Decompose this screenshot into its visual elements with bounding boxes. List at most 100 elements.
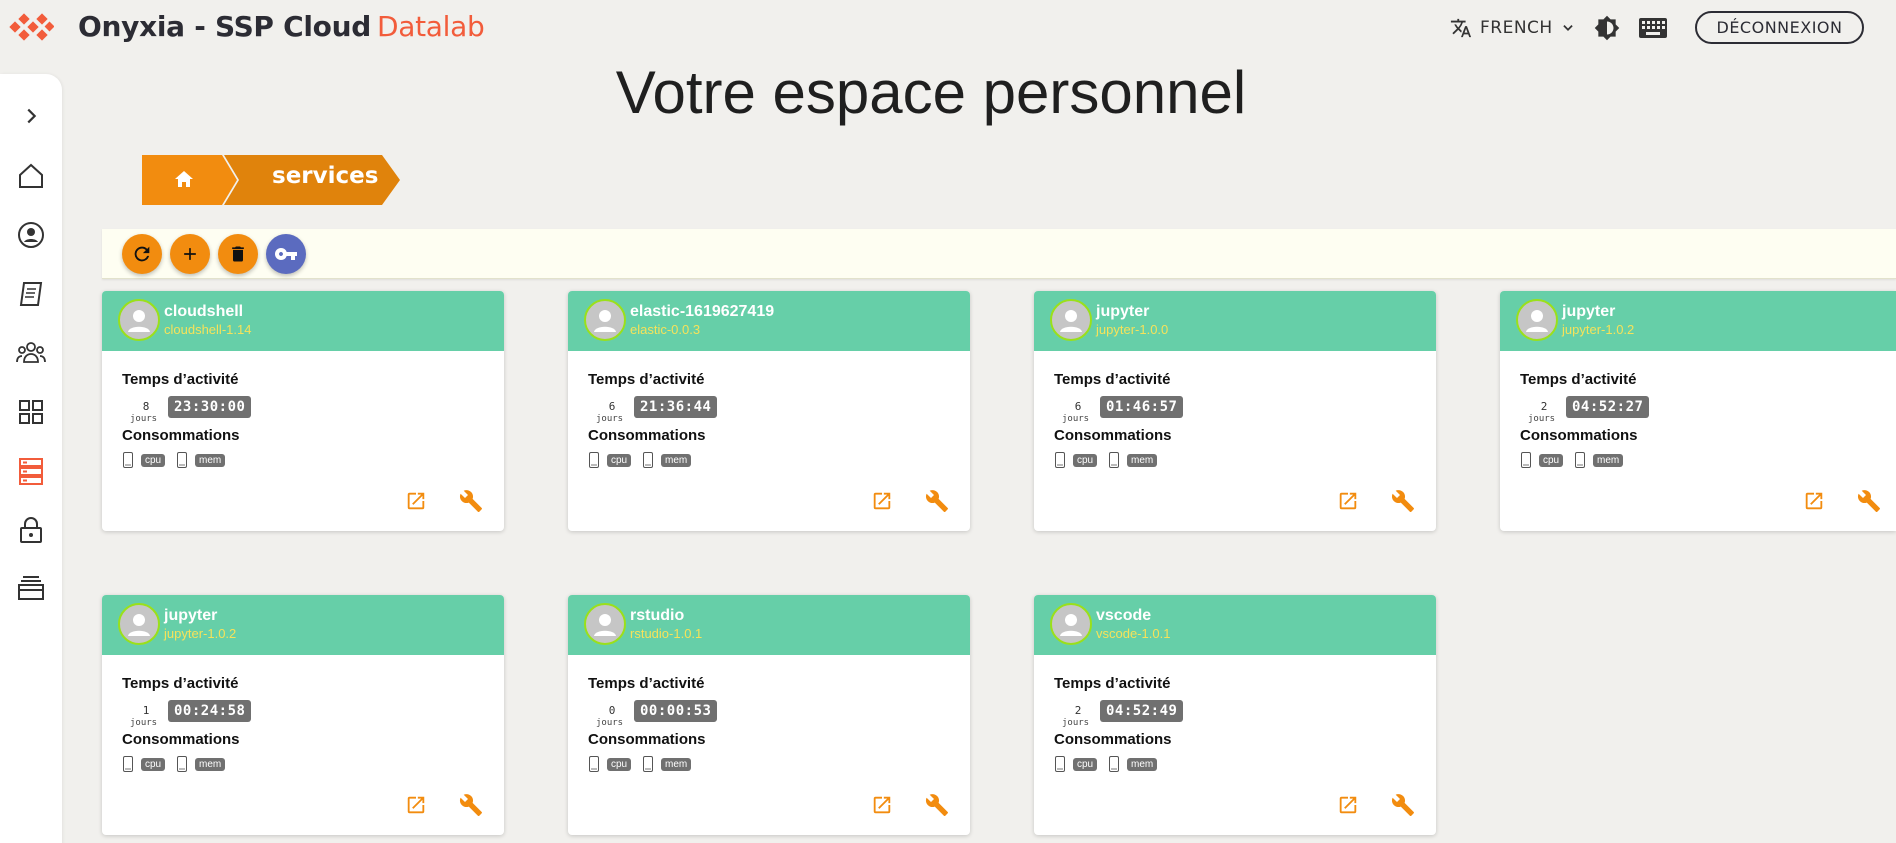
user-placeholder-icon xyxy=(1060,310,1082,332)
consumption-label: Consommations xyxy=(122,427,240,444)
service-avatar xyxy=(584,603,626,645)
cpu-gauge-icon xyxy=(1521,452,1531,468)
service-name: jupyter xyxy=(1562,303,1616,320)
service-avatar xyxy=(1516,299,1558,341)
user-placeholder-icon xyxy=(1526,310,1548,332)
service-settings-button[interactable] xyxy=(457,487,485,515)
wrench-icon xyxy=(1391,490,1414,512)
sidebar-item-account[interactable] xyxy=(0,213,62,257)
wrench-icon xyxy=(1391,794,1414,816)
services-toolbar xyxy=(102,229,1896,279)
sidebar-item-catalog[interactable] xyxy=(0,390,62,434)
service-avatar xyxy=(118,299,160,341)
open-in-new-icon xyxy=(873,492,891,510)
uptime-label: Temps d’activité xyxy=(122,371,239,388)
service-version: jupyter-1.0.2 xyxy=(1562,322,1635,337)
cpu-gauge-icon xyxy=(1055,452,1065,468)
mem-badge: mem xyxy=(1127,758,1158,771)
consumption-label: Consommations xyxy=(1054,427,1172,444)
theme-toggle-icon[interactable] xyxy=(1594,15,1620,41)
secrets-icon xyxy=(20,517,42,543)
uptime-days-unit: jours xyxy=(596,718,624,728)
service-card-header: jupyter jupyter-1.0.2 xyxy=(1500,291,1896,351)
cpu-gauge-icon xyxy=(123,756,133,772)
sidebar-expand-button[interactable] xyxy=(0,94,62,138)
refresh-button[interactable] xyxy=(122,234,162,274)
service-settings-button[interactable] xyxy=(923,791,951,819)
wrench-icon xyxy=(1857,490,1880,512)
cpu-gauge-icon xyxy=(589,756,599,772)
language-label: FRENCH xyxy=(1480,18,1553,38)
open-service-button[interactable] xyxy=(402,791,430,819)
uptime-clock: 00:00:53 xyxy=(634,700,718,722)
service-settings-button[interactable] xyxy=(457,791,485,819)
cpu-gauge-icon xyxy=(123,452,133,468)
service-card-header: jupyter jupyter-1.0.0 xyxy=(1034,291,1436,351)
consumption-label: Consommations xyxy=(122,731,240,748)
service-settings-button[interactable] xyxy=(1389,791,1417,819)
chevron-right-icon xyxy=(27,108,37,124)
open-in-new-icon xyxy=(1339,492,1357,510)
service-card-header: vscode vscode-1.0.1 xyxy=(1034,595,1436,655)
service-card-header: jupyter jupyter-1.0.2 xyxy=(102,595,504,655)
app-header: Onyxia - SSP Cloud Datalab FRENCH DÉCONNE… xyxy=(0,0,1896,56)
service-card-header: cloudshell cloudshell-1.14 xyxy=(102,291,504,351)
add-icon xyxy=(184,248,196,260)
services-icon xyxy=(19,458,43,485)
open-service-button[interactable] xyxy=(1800,487,1828,515)
open-service-button[interactable] xyxy=(868,791,896,819)
refresh-icon xyxy=(134,246,150,262)
sidebar-item-community[interactable] xyxy=(0,331,62,375)
uptime-label: Temps d’activité xyxy=(588,675,705,692)
service-avatar xyxy=(1050,603,1092,645)
language-selector[interactable]: FRENCH xyxy=(1450,14,1575,42)
service-card: elastic-1619627419 elastic-0.0.3 Temps d… xyxy=(568,291,970,531)
uptime-days-unit: jours xyxy=(1062,414,1090,424)
onyxia-logo-icon[interactable] xyxy=(8,12,54,42)
cpu-badge: cpu xyxy=(1073,454,1098,467)
service-name: cloudshell xyxy=(164,303,244,320)
account-icon xyxy=(18,222,44,248)
wrench-icon xyxy=(925,490,948,512)
sidebar-item-trainings[interactable] xyxy=(0,272,62,316)
sidebar-item-secrets[interactable] xyxy=(0,508,62,552)
sidebar-item-storage[interactable] xyxy=(0,567,62,611)
key-button[interactable] xyxy=(266,234,306,274)
add-service-button[interactable] xyxy=(170,234,210,274)
consumption-label: Consommations xyxy=(588,731,706,748)
service-card: cloudshell cloudshell-1.14 Temps d’activ… xyxy=(102,291,504,531)
uptime-days: 2 xyxy=(1074,704,1082,717)
service-version: elastic-0.0.3 xyxy=(630,322,701,337)
uptime-days: 6 xyxy=(1074,400,1082,413)
service-settings-button[interactable] xyxy=(923,487,951,515)
delete-services-button[interactable] xyxy=(218,234,258,274)
cpu-badge: cpu xyxy=(141,454,166,467)
open-service-button[interactable] xyxy=(402,487,430,515)
service-settings-button[interactable] xyxy=(1855,487,1883,515)
uptime-days-unit: jours xyxy=(130,718,158,728)
open-in-new-icon xyxy=(407,492,425,510)
uptime-clock: 04:52:49 xyxy=(1100,700,1184,722)
service-version: cloudshell-1.14 xyxy=(164,322,252,337)
app-title[interactable]: Onyxia - SSP Cloud Datalab xyxy=(78,10,485,43)
mem-gauge-icon xyxy=(643,452,653,468)
open-service-button[interactable] xyxy=(1334,791,1362,819)
open-service-button[interactable] xyxy=(1334,487,1362,515)
sidebar-item-home[interactable] xyxy=(0,154,62,198)
mem-badge: mem xyxy=(1593,454,1624,467)
app-title-accent: Datalab xyxy=(376,10,485,43)
logout-button[interactable]: DÉCONNEXION xyxy=(1695,11,1864,44)
uptime-clock: 04:52:27 xyxy=(1566,396,1650,418)
uptime-label: Temps d’activité xyxy=(1520,371,1637,388)
uptime-clock: 01:46:57 xyxy=(1100,396,1184,418)
service-avatar xyxy=(1050,299,1092,341)
sidebar-item-services[interactable] xyxy=(0,449,62,493)
service-settings-button[interactable] xyxy=(1389,487,1417,515)
mem-badge: mem xyxy=(661,758,692,771)
mem-badge: mem xyxy=(195,454,226,467)
cpu-badge: cpu xyxy=(607,758,632,771)
keyboard-icon[interactable] xyxy=(1638,15,1668,41)
open-service-button[interactable] xyxy=(868,487,896,515)
uptime-label: Temps d’activité xyxy=(588,371,705,388)
mem-gauge-icon xyxy=(1109,756,1119,772)
